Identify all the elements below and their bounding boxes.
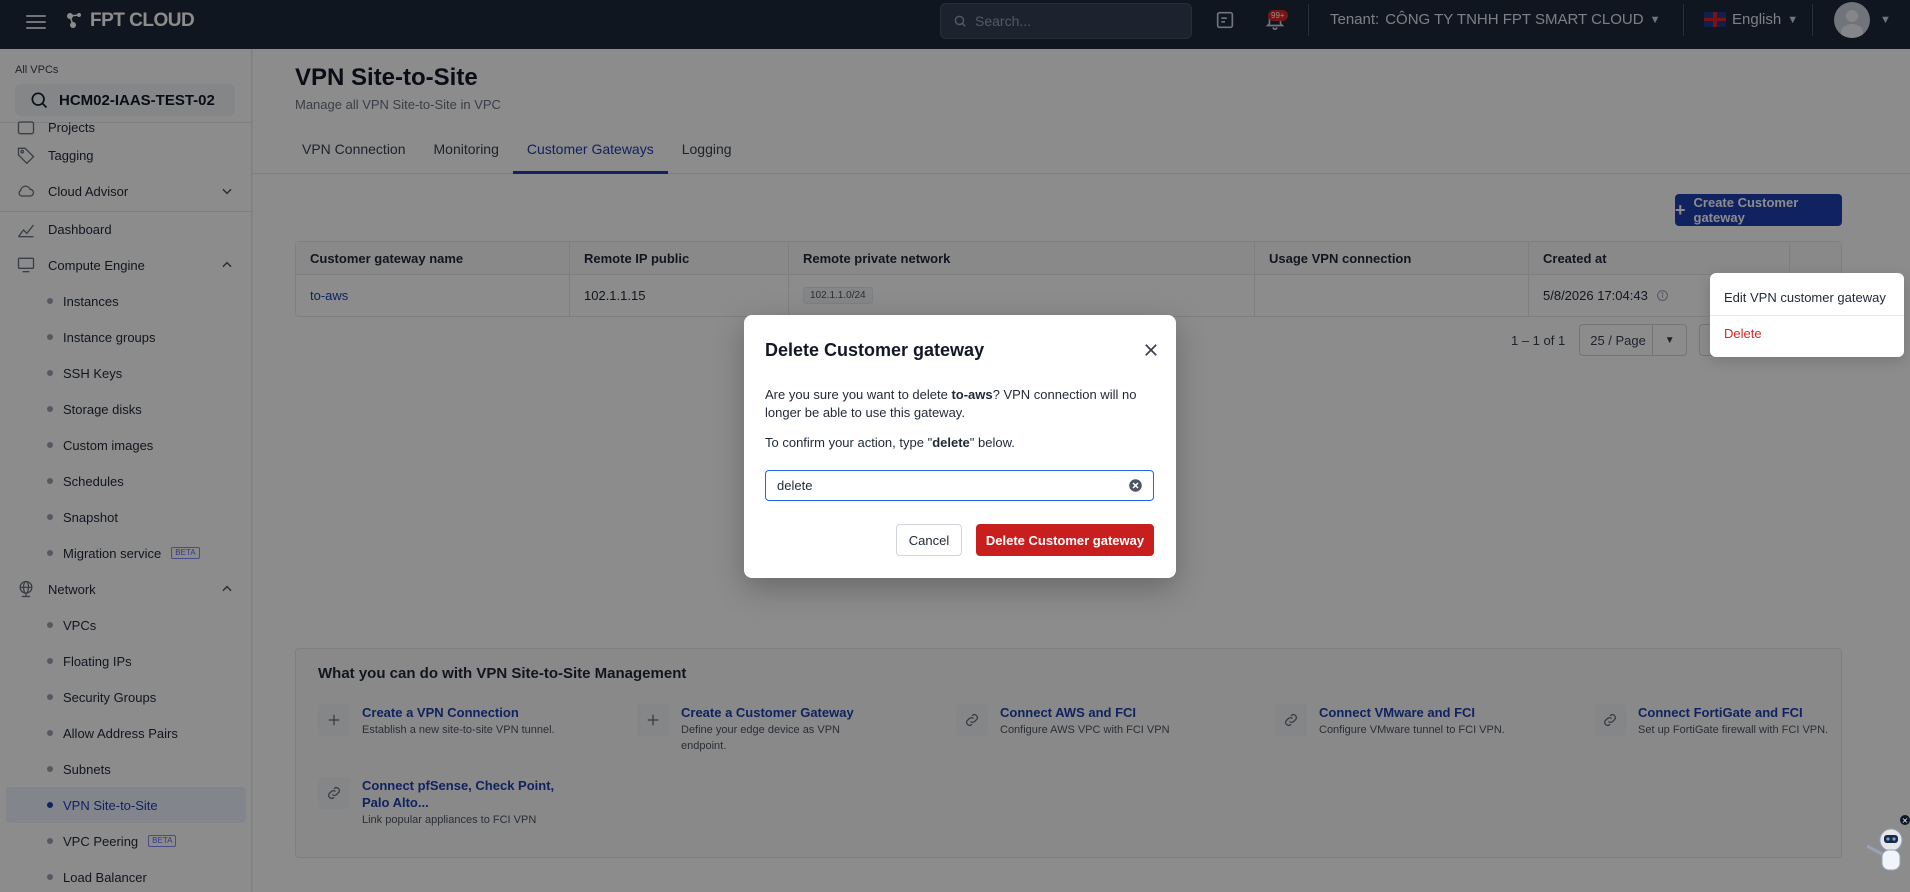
confirm-instruction: To confirm your action, type "delete" be… [765,435,1015,450]
dialog-title: Delete Customer gateway [765,340,985,360]
cancel-button[interactable]: Cancel [896,524,962,556]
confirm-word: delete [932,435,970,450]
delete-gateway-menu-item[interactable]: Delete [1710,315,1904,351]
row-actions-menu: Edit VPN customer gateway Delete [1710,273,1904,357]
clear-icon[interactable] [1128,478,1143,493]
svg-text:×: × [1902,816,1909,825]
instruction-prefix: To confirm your action, type " [765,435,933,450]
edit-gateway-menu-item[interactable]: Edit VPN customer gateway [1710,279,1904,315]
confirm-input-value: delete [777,478,813,493]
dialog-message: Are you sure you want to delete to-aws? … [765,386,1165,422]
instruction-suffix: " below. [969,435,1015,450]
delete-gateway-button[interactable]: Delete Customer gateway [976,524,1154,556]
message-prefix: Are you sure you want to delete [765,387,952,402]
confirm-input[interactable]: delete [765,470,1154,501]
delete-gateway-dialog: Delete Customer gateway Are you sure you… [744,315,1176,578]
close-icon[interactable] [1142,341,1160,359]
chatbot-assistant-icon[interactable]: × [1855,810,1910,892]
gateway-name: to-aws [951,387,993,402]
